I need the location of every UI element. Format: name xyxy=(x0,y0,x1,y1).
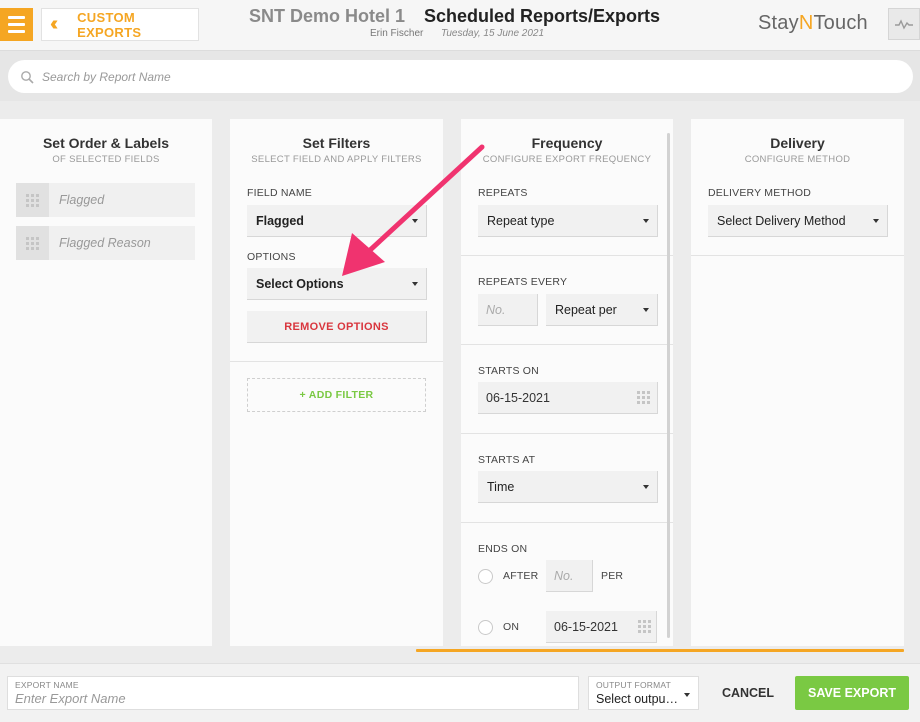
export-name-input[interactable] xyxy=(15,691,555,706)
drag-handle-icon[interactable] xyxy=(16,226,49,260)
export-name-label: EXPORT NAME xyxy=(15,680,79,690)
order-panel-subtitle: OF SELECTED FIELDS xyxy=(52,154,160,165)
repeat-type-select[interactable]: Repeat type xyxy=(478,205,658,237)
remove-options-label: REMOVE OPTIONS xyxy=(284,320,389,333)
field-name-value: Flagged xyxy=(256,213,304,228)
repeats-every-label: REPEATS EVERY xyxy=(478,276,568,288)
repeats-every-number-input[interactable]: No. xyxy=(478,294,538,326)
starts-on-date-input[interactable]: 06-15-2021 xyxy=(478,382,658,414)
output-format-label: OUTPUT FORMAT xyxy=(596,680,672,690)
divider xyxy=(461,255,673,256)
calendar-icon[interactable] xyxy=(638,620,651,633)
ends-on-label: ENDS ON xyxy=(478,543,528,555)
dropdown-caret-icon xyxy=(412,218,418,223)
dropdown-caret-icon xyxy=(643,218,649,223)
business-date: Tuesday, 15 June 2021 xyxy=(441,28,545,39)
field-name-select[interactable]: Flagged xyxy=(247,205,427,237)
delivery-method-label: DELIVERY METHOD xyxy=(708,187,811,199)
dropdown-caret-icon xyxy=(412,281,418,286)
double-chevron-left-icon: ‹‹ xyxy=(50,13,58,35)
selected-field-row[interactable]: Flagged xyxy=(16,183,195,217)
starts-at-time-select[interactable]: Time xyxy=(478,471,658,503)
field-name-label: FIELD NAME xyxy=(247,187,313,199)
divider xyxy=(230,361,443,362)
field-label: Flagged xyxy=(59,193,105,207)
save-export-button[interactable]: SAVE EXPORT xyxy=(795,676,909,710)
dropdown-caret-icon xyxy=(643,307,649,312)
search-input[interactable] xyxy=(40,68,844,85)
starts-at-label: STARTS AT xyxy=(478,454,536,466)
dropdown-caret-icon xyxy=(643,484,649,489)
filters-panel-title: Set Filters xyxy=(302,135,371,151)
divider xyxy=(461,522,673,523)
back-to-custom-exports-button[interactable]: ‹‹ CUSTOM EXPORTS xyxy=(41,8,199,41)
delivery-panel-title: Delivery xyxy=(770,135,825,151)
divider xyxy=(691,255,904,256)
field-label: Flagged Reason xyxy=(59,236,151,250)
frequency-panel: Frequency CONFIGURE EXPORT FREQUENCY REP… xyxy=(461,119,673,646)
divider xyxy=(461,433,673,434)
dropdown-caret-icon xyxy=(684,693,690,697)
logo-text-touch: Touch xyxy=(813,12,868,34)
remove-options-button[interactable]: REMOVE OPTIONS xyxy=(247,311,427,343)
ends-on-date-input[interactable]: 06-15-2021 xyxy=(546,611,657,643)
options-value: Select Options xyxy=(256,276,344,291)
cancel-button[interactable]: CANCEL xyxy=(712,678,784,708)
filters-panel-subtitle: SELECT FIELD AND APPLY FILTERS xyxy=(251,154,422,165)
repeat-per-value: Repeat per xyxy=(555,302,617,317)
options-label: OPTIONS xyxy=(247,251,296,263)
dropdown-caret-icon xyxy=(873,218,879,223)
calendar-icon[interactable] xyxy=(637,391,650,404)
order-panel-title: Set Order & Labels xyxy=(42,135,170,151)
order-labels-panel: Set Order & Labels OF SELECTED FIELDS Fl… xyxy=(0,119,212,646)
ends-after-radio[interactable] xyxy=(478,569,493,584)
activity-pulse-icon[interactable] xyxy=(888,8,920,40)
starts-on-value: 06-15-2021 xyxy=(486,390,550,405)
ends-after-placeholder: No. xyxy=(554,568,574,583)
delivery-panel: Delivery CONFIGURE METHOD DELIVERY METHO… xyxy=(691,119,904,646)
search-icon xyxy=(20,70,40,84)
delivery-panel-subtitle: CONFIGURE METHOD xyxy=(744,154,851,165)
back-button-label: CUSTOM EXPORTS xyxy=(77,9,142,40)
staynttouch-logo: StayNTouch xyxy=(758,12,868,35)
output-format-value: Select output format xyxy=(596,692,678,706)
ends-after-number-input[interactable]: No. xyxy=(546,560,593,592)
starts-at-value: Time xyxy=(487,479,515,494)
export-name-field[interactable]: EXPORT NAME xyxy=(7,676,579,710)
frequency-panel-title: Frequency xyxy=(531,135,603,151)
logo-text-n: N xyxy=(798,12,814,34)
options-select[interactable]: Select Options xyxy=(247,268,427,300)
hamburger-menu-icon[interactable] xyxy=(0,8,33,41)
hotel-name: SNT Demo Hotel 1 xyxy=(249,6,406,26)
add-filter-button[interactable]: + ADD FILTER xyxy=(247,378,426,412)
output-format-select[interactable]: OUTPUT FORMAT Select output format xyxy=(588,676,699,710)
drag-handle-icon[interactable] xyxy=(16,183,49,217)
delivery-method-select[interactable]: Select Delivery Method xyxy=(708,205,888,237)
per-label: PER xyxy=(601,570,624,582)
after-label: AFTER xyxy=(503,570,539,582)
page-title: Scheduled Reports/Exports xyxy=(424,6,661,26)
selected-field-row[interactable]: Flagged Reason xyxy=(16,226,195,260)
repeats-every-placeholder: No. xyxy=(486,302,506,317)
search-field[interactable] xyxy=(8,60,913,93)
ends-on-value: 06-15-2021 xyxy=(554,619,618,634)
divider xyxy=(461,344,673,345)
add-filter-label: + ADD FILTER xyxy=(299,389,374,401)
logo-text-stay: Stay xyxy=(758,12,799,34)
frequency-panel-subtitle: CONFIGURE EXPORT FREQUENCY xyxy=(482,154,652,165)
repeat-per-select[interactable]: Repeat per xyxy=(546,294,658,326)
user-name: Erin Fischer xyxy=(370,28,424,39)
on-label: ON xyxy=(503,621,520,633)
frequency-scrollbar[interactable] xyxy=(667,133,670,638)
repeats-label: REPEATS xyxy=(478,187,528,199)
repeat-type-value: Repeat type xyxy=(487,213,555,228)
progress-indicator-line xyxy=(416,649,904,652)
starts-on-label: STARTS ON xyxy=(478,365,539,377)
filters-panel: Set Filters SELECT FIELD AND APPLY FILTE… xyxy=(230,119,443,646)
ends-on-radio[interactable] xyxy=(478,620,493,635)
delivery-method-value: Select Delivery Method xyxy=(717,213,846,228)
